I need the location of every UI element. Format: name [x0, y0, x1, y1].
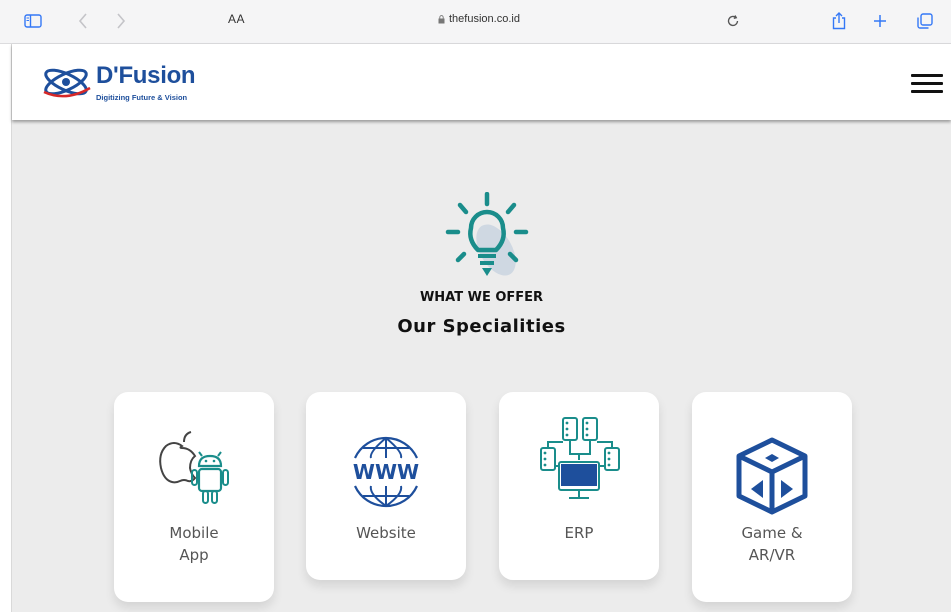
- forward-button[interactable]: [116, 8, 126, 34]
- new-tab-button[interactable]: [873, 8, 887, 34]
- tabs-icon: [917, 13, 933, 29]
- browser-toolbar: AA thefusion.co.id: [0, 0, 951, 44]
- section-heading: Our Specialities: [397, 316, 566, 337]
- card-label-line-1: Website: [356, 524, 416, 542]
- site-header: D'Fusion Digitizing Future & Vision: [12, 44, 951, 120]
- apple-android-icon: [159, 431, 229, 504]
- share-button[interactable]: [832, 8, 846, 34]
- logo-tagline: Digitizing Future & Vision: [96, 93, 188, 102]
- tabs-overview-button[interactable]: [917, 8, 933, 34]
- card-label: Mobile App: [114, 522, 274, 566]
- text-size-button[interactable]: AA: [228, 12, 245, 26]
- card-label: Website: [306, 522, 466, 544]
- card-mobile-app[interactable]: Mobile App: [114, 392, 274, 602]
- erp-network-icon: [540, 417, 620, 499]
- page-left-edge: [0, 44, 12, 612]
- card-label-line-2: App: [179, 546, 209, 564]
- logo-name: D'Fusion: [96, 62, 196, 89]
- www-globe-icon: WWW: [353, 436, 419, 508]
- address-bar[interactable]: thefusion.co.id: [438, 13, 520, 25]
- url-text: thefusion.co.id: [449, 13, 520, 25]
- svg-text:WWW: WWW: [353, 460, 419, 484]
- reload-icon: [727, 15, 739, 27]
- card-label-line-1: ERP: [564, 524, 594, 542]
- plus-icon: [874, 15, 886, 27]
- game-cube-icon: [736, 437, 808, 515]
- card-website[interactable]: WWW Website: [306, 392, 466, 580]
- card-label-line-2: AR/VR: [748, 546, 796, 564]
- atom-logo-icon: [43, 68, 91, 98]
- hamburger-icon: [911, 74, 943, 77]
- share-icon: [832, 12, 846, 30]
- menu-button[interactable]: [911, 74, 943, 94]
- chevron-left-icon: [78, 13, 87, 29]
- section-kicker: WHAT WE OFFER: [419, 290, 544, 305]
- card-label: ERP: [499, 522, 659, 544]
- lightbulb-icon: [445, 192, 529, 276]
- card-label-line-1: Mobile: [169, 524, 219, 542]
- chevron-right-icon: [117, 13, 126, 29]
- sidebar-icon: [24, 14, 42, 28]
- card-erp[interactable]: ERP: [499, 392, 659, 580]
- lock-icon: [438, 14, 445, 23]
- card-game-ar-vr[interactable]: Game & AR/VR: [692, 392, 852, 602]
- sidebar-button[interactable]: [24, 8, 42, 34]
- back-button[interactable]: [78, 8, 88, 34]
- card-label-line-1: Game &: [741, 524, 803, 542]
- reload-button[interactable]: [726, 8, 740, 34]
- specialities-section: WHAT WE OFFER Our Specialities Mobile Ap…: [12, 120, 951, 612]
- card-label: Game & AR/VR: [692, 522, 852, 566]
